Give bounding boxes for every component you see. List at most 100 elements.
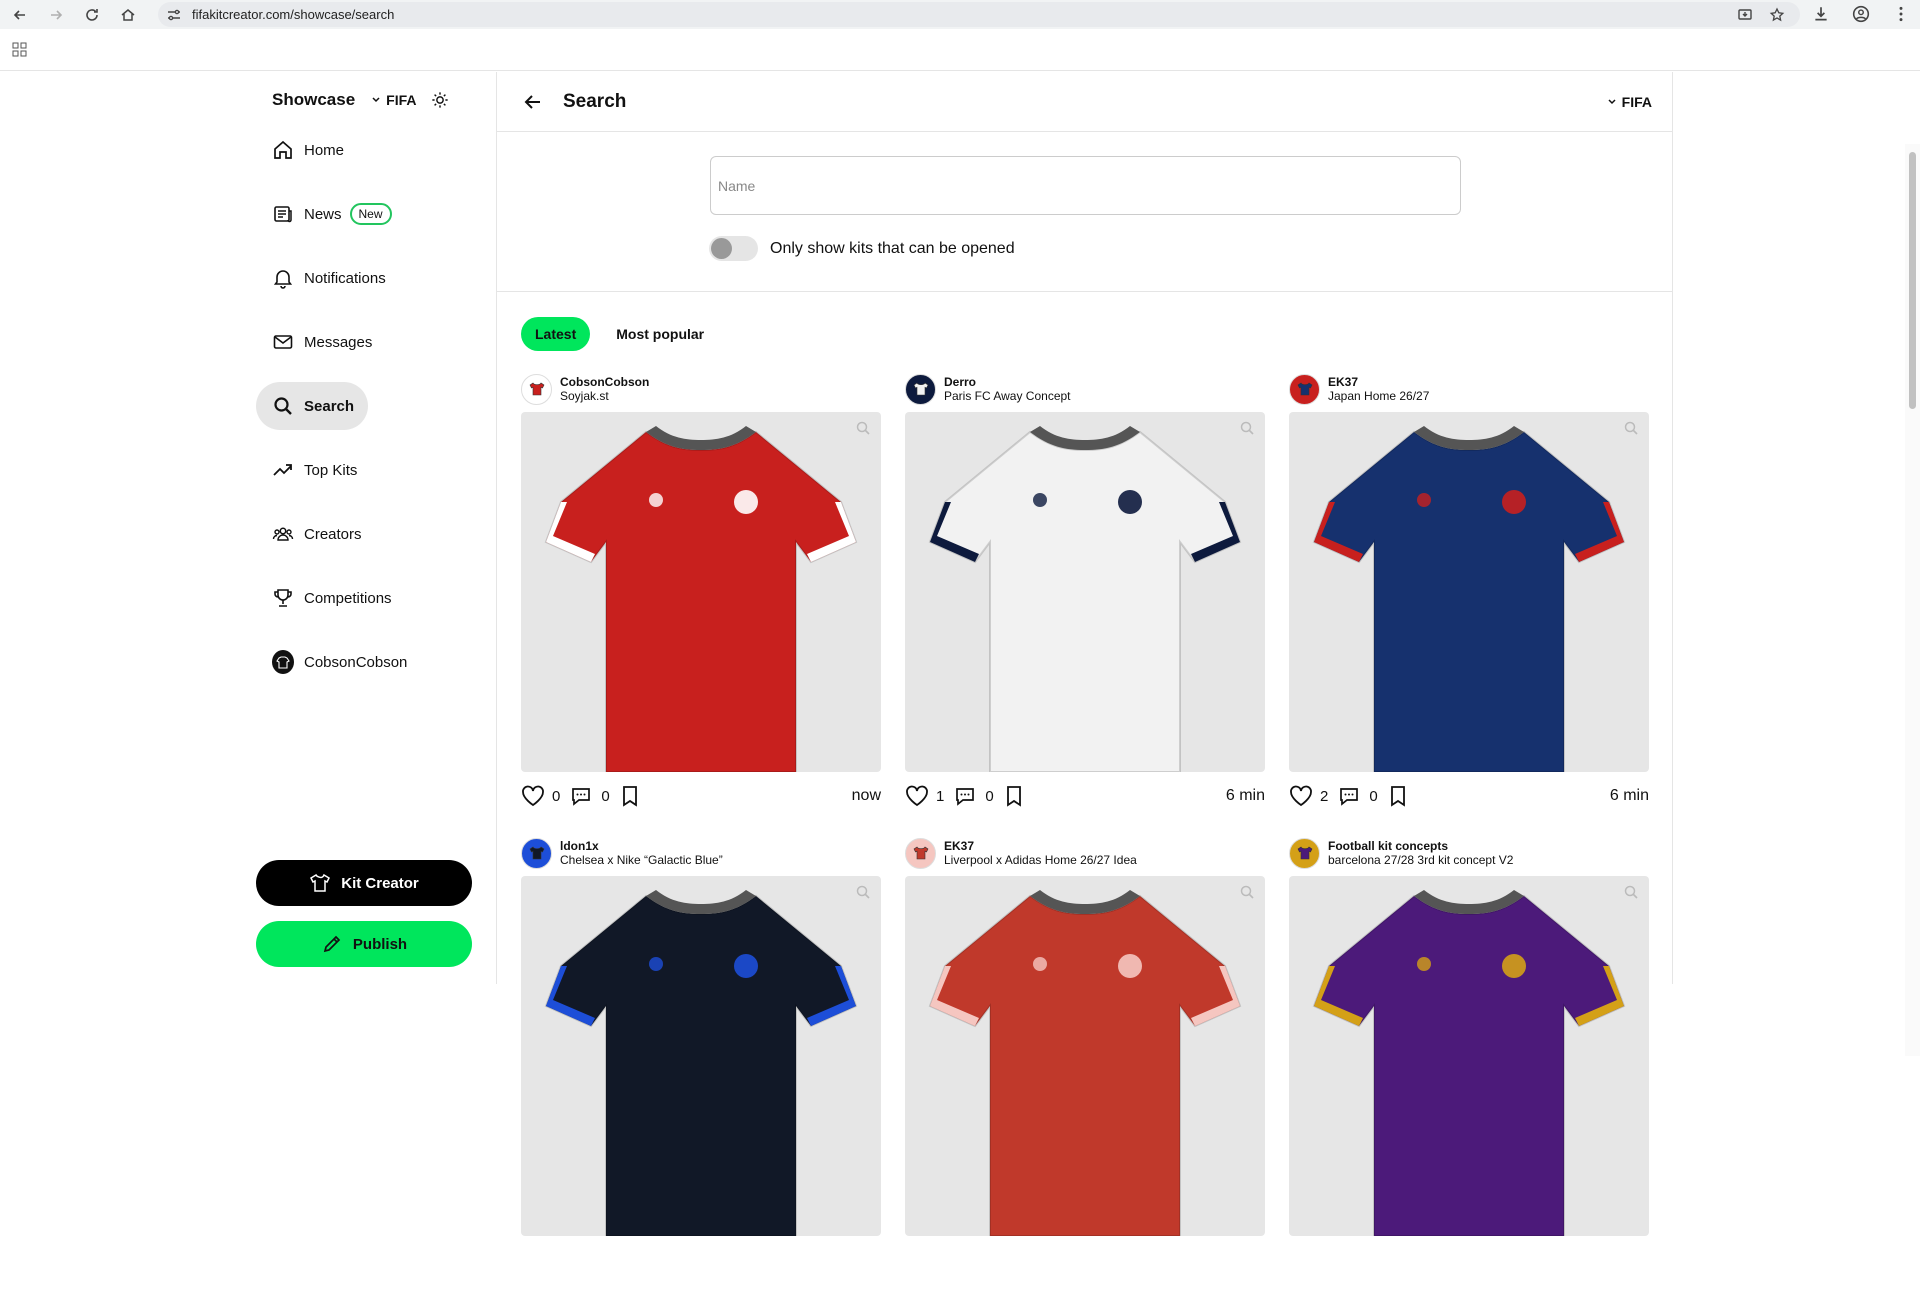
brand-title[interactable]: Showcase — [272, 90, 355, 110]
install-app-icon[interactable] — [1736, 6, 1754, 24]
chevron-down-icon — [1608, 99, 1616, 105]
address-bar[interactable]: fifakitcreator.com/showcase/search — [158, 2, 1800, 27]
sidebar-item-competitions[interactable]: Competitions — [256, 574, 423, 622]
avatar — [272, 650, 294, 674]
kit-name[interactable]: Soyjak.st — [560, 389, 649, 404]
back-arrow-icon[interactable] — [523, 92, 543, 112]
comment-icon[interactable] — [1338, 784, 1364, 808]
game-selector[interactable]: FIFA — [371, 92, 417, 108]
main-content: Search FIFA Only show kits that can be o… — [496, 72, 1673, 1236]
avatar-wrap — [272, 650, 294, 674]
kit-name[interactable]: Japan Home 26/27 — [1328, 389, 1429, 404]
sidebar-item-home[interactable]: Home — [256, 126, 423, 174]
post-time: 6 min — [1225, 787, 1265, 804]
sidebar-item-search[interactable]: Search — [256, 382, 368, 430]
home-page-icon[interactable] — [116, 3, 140, 27]
page-header: Search FIFA — [497, 72, 1672, 132]
sidebar-item-news[interactable]: News New — [256, 190, 423, 238]
search-icon — [272, 395, 294, 417]
kit-preview-image[interactable] — [1289, 412, 1649, 772]
forward-icon[interactable] — [44, 3, 68, 27]
header-game-selector[interactable]: FIFA — [1607, 94, 1652, 110]
sidebar-item-notifications[interactable]: Notifications — [256, 254, 423, 302]
kit-preview-image[interactable] — [1289, 876, 1649, 1236]
bookmark-icon[interactable] — [1004, 784, 1030, 808]
open-kits-toggle[interactable] — [709, 236, 758, 261]
comment-icon[interactable] — [954, 784, 980, 808]
creator-name[interactable]: EK37 — [1328, 375, 1429, 389]
browser-toolbar: fifakitcreator.com/showcase/search — [0, 0, 1920, 29]
kit-card[interactable]: ldon1x Chelsea x Nike “Galactic Blue” — [521, 836, 881, 1300]
creator-avatar[interactable] — [1289, 837, 1320, 869]
kit-creator-button[interactable]: Kit Creator — [256, 860, 472, 906]
creator-name[interactable]: Football kit concepts — [1328, 839, 1513, 853]
name-search-input[interactable] — [710, 156, 1461, 215]
sidebar-item-messages[interactable]: Messages — [256, 318, 423, 366]
shirt-icon — [310, 873, 331, 892]
heart-icon[interactable] — [905, 784, 931, 808]
sidebar-nav: Home News New Notifications Messages Sea… — [256, 126, 423, 702]
creator-name[interactable]: Derro — [944, 375, 1071, 389]
kit-name[interactable]: Chelsea x Nike “Galactic Blue” — [560, 853, 723, 868]
kit-name[interactable]: Paris FC Away Concept — [944, 389, 1071, 404]
shirt-render — [1312, 426, 1626, 772]
apps-grid-icon[interactable] — [12, 42, 28, 58]
sidebar-item-creators[interactable]: Creators — [256, 510, 423, 558]
creator-name[interactable]: EK37 — [944, 839, 1137, 853]
creator-avatar[interactable] — [905, 837, 936, 869]
heart-icon[interactable] — [521, 784, 547, 808]
heart-icon[interactable] — [1289, 784, 1315, 808]
star-icon[interactable] — [1768, 6, 1786, 24]
page-scrollbar[interactable] — [1905, 144, 1920, 1056]
zoom-icon[interactable] — [855, 420, 871, 436]
theme-sun-icon[interactable] — [431, 91, 449, 109]
creator-avatar[interactable] — [521, 837, 552, 869]
profile-icon[interactable] — [1850, 3, 1872, 25]
comment-icon[interactable] — [570, 784, 596, 808]
sidebar-item-top-kits[interactable]: Top Kits — [256, 446, 423, 494]
zoom-icon[interactable] — [855, 884, 871, 900]
creator-name[interactable]: ldon1x — [560, 839, 723, 853]
reload-icon[interactable] — [80, 3, 104, 27]
creator-name[interactable]: CobsonCobson — [560, 375, 649, 389]
download-icon[interactable] — [1810, 3, 1832, 25]
zoom-icon[interactable] — [1239, 420, 1255, 436]
bookmark-icon[interactable] — [620, 784, 646, 808]
kit-preview-image[interactable] — [905, 876, 1265, 1236]
kit-name[interactable]: barcelona 27/28 3rd kit concept V2 — [1328, 853, 1513, 868]
tab-most-popular[interactable]: Most popular — [602, 317, 718, 351]
creator-avatar[interactable] — [521, 373, 552, 405]
back-icon[interactable] — [8, 3, 32, 27]
creator-avatar[interactable] — [1289, 373, 1320, 405]
zoom-icon[interactable] — [1239, 884, 1255, 900]
creator-avatar[interactable] — [905, 373, 936, 405]
card-header: CobsonCobson Soyjak.st — [521, 372, 881, 406]
card-footer: 0 0 now — [521, 772, 881, 820]
card-header: Derro Paris FC Away Concept — [905, 372, 1265, 406]
url-text[interactable]: fifakitcreator.com/showcase/search — [192, 7, 394, 22]
kit-card[interactable]: EK37 Japan Home 26/27 2 0 6 min — [1289, 372, 1649, 836]
kit-card[interactable]: CobsonCobson Soyjak.st 0 0 now — [521, 372, 881, 836]
toggle-label: Only show kits that can be opened — [770, 239, 1015, 257]
publish-button[interactable]: Publish — [256, 921, 472, 967]
kebab-menu-icon[interactable] — [1890, 3, 1912, 25]
kit-preview-image[interactable] — [521, 876, 881, 1236]
kit-name[interactable]: Liverpool x Adidas Home 26/27 Idea — [944, 853, 1137, 868]
kit-card[interactable]: EK37 Liverpool x Adidas Home 26/27 Idea — [905, 836, 1265, 1300]
kit-preview-image[interactable] — [905, 412, 1265, 772]
zoom-icon[interactable] — [1623, 420, 1639, 436]
like-count: 0 — [552, 787, 561, 805]
site-settings-icon[interactable] — [166, 7, 182, 23]
game-selector-label: FIFA — [386, 92, 417, 108]
home-icon — [272, 139, 294, 161]
zoom-icon[interactable] — [1623, 884, 1639, 900]
kit-card[interactable]: Derro Paris FC Away Concept 1 0 6 min — [905, 372, 1265, 836]
kit-grid: CobsonCobson Soyjak.st 0 0 now Derro Par… — [521, 372, 1649, 1300]
page-title: Search — [563, 90, 627, 112]
bookmark-icon[interactable] — [1388, 784, 1414, 808]
sidebar-item-profile[interactable]: CobsonCobson — [256, 638, 423, 686]
scrollbar-thumb[interactable] — [1909, 152, 1916, 409]
tab-latest[interactable]: Latest — [521, 317, 591, 351]
kit-preview-image[interactable] — [521, 412, 881, 772]
kit-card[interactable]: Football kit concepts barcelona 27/28 3r… — [1289, 836, 1649, 1300]
